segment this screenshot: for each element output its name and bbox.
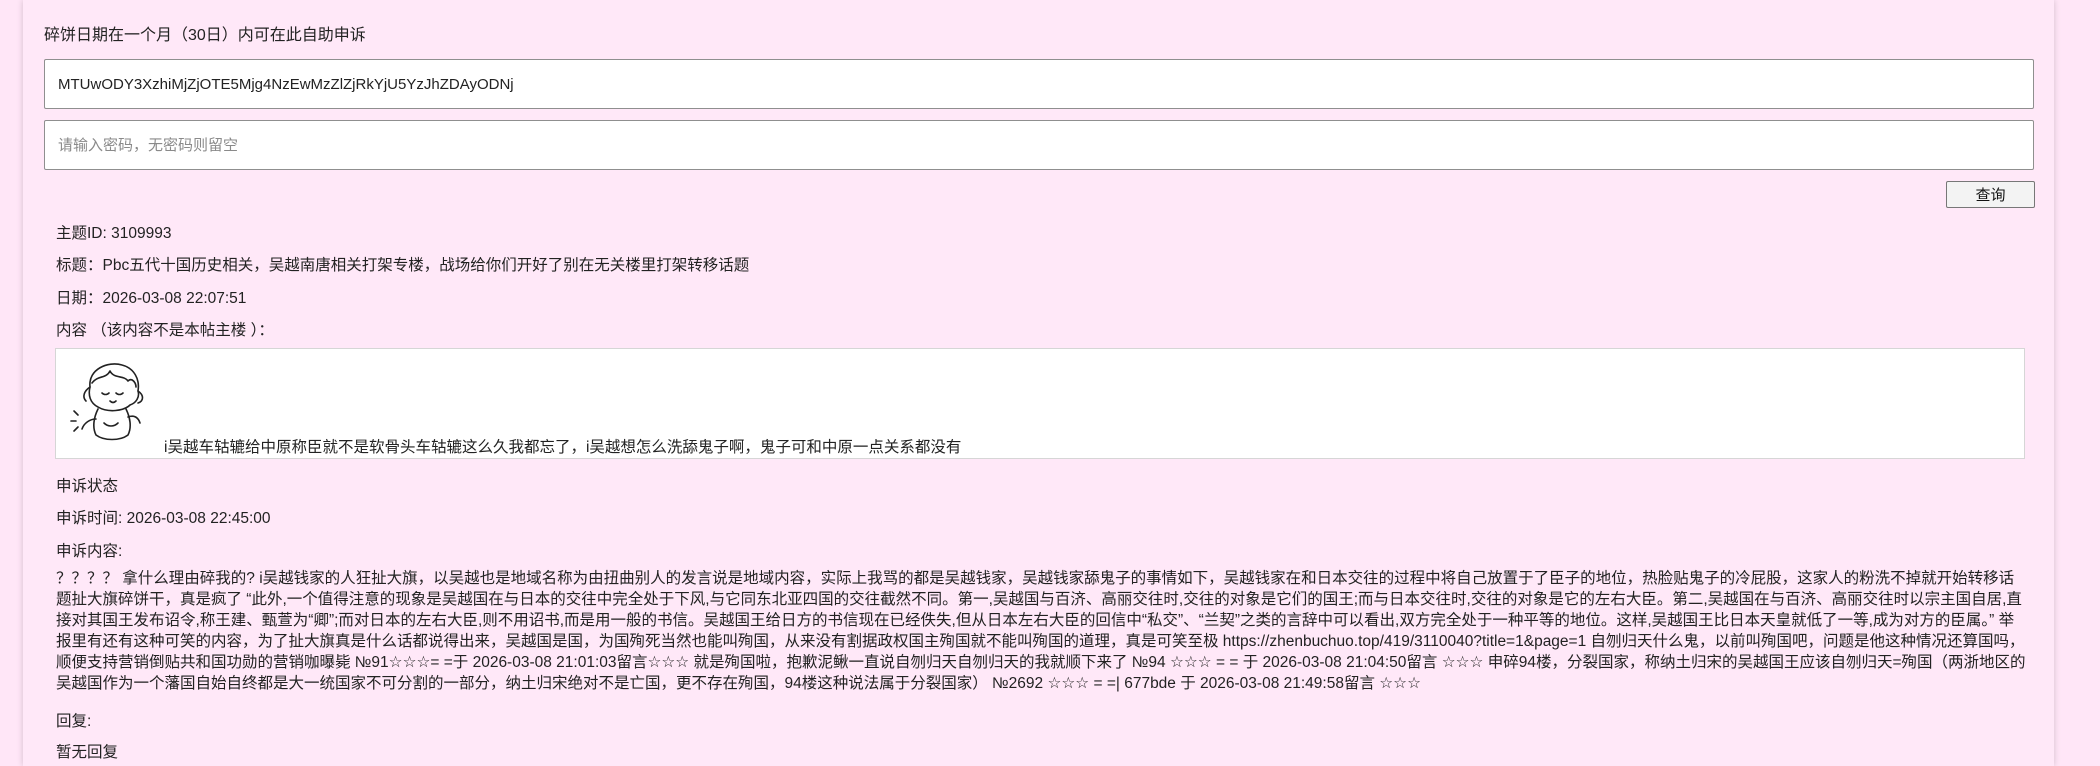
topic-id: 主题ID: 3109993 bbox=[56, 225, 172, 242]
password-input[interactable] bbox=[44, 120, 2034, 170]
query-button[interactable]: 查询 bbox=[1946, 181, 2035, 208]
token-input[interactable] bbox=[44, 59, 2034, 109]
topic-content-label: 内容 （该内容不是本帖主楼 ）： bbox=[56, 322, 274, 339]
appeal-status-label: 申诉状态 bbox=[56, 478, 119, 495]
appeal-hint: 碎饼日期在一个月（30日）内可在此自助申诉 bbox=[44, 27, 366, 44]
topic-content-text: i吴越车轱辘给中原称臣就不是软骨头车轱辘这么久我都忘了，i吴越想怎么洗舔鬼子啊，… bbox=[164, 439, 962, 456]
appeal-content-label: 申诉内容: bbox=[56, 543, 123, 560]
cartoon-girl-sticker-icon bbox=[70, 363, 144, 441]
reply-text: 暂无回复 bbox=[56, 744, 119, 761]
reply-label: 回复: bbox=[56, 713, 92, 730]
topic-date: 日期：2026-03-08 22:07:51 bbox=[56, 290, 247, 307]
topic-title: 标题：Pbc五代十国历史相关，吴越南唐相关打架专楼，战场给你们开好了别在无关楼里… bbox=[56, 257, 750, 274]
appeal-content-text: ？？？？ 拿什么理由碎我的? i吴越钱家的人狂扯大旗，以吴越也是地域名称为由扭曲… bbox=[56, 570, 2026, 692]
topic-content-box: i吴越车轱辘给中原称臣就不是软骨头车轱辘这么久我都忘了，i吴越想怎么洗舔鬼子啊，… bbox=[55, 348, 2025, 459]
appeal-time: 申诉时间: 2026-03-08 22:45:00 bbox=[56, 510, 271, 527]
